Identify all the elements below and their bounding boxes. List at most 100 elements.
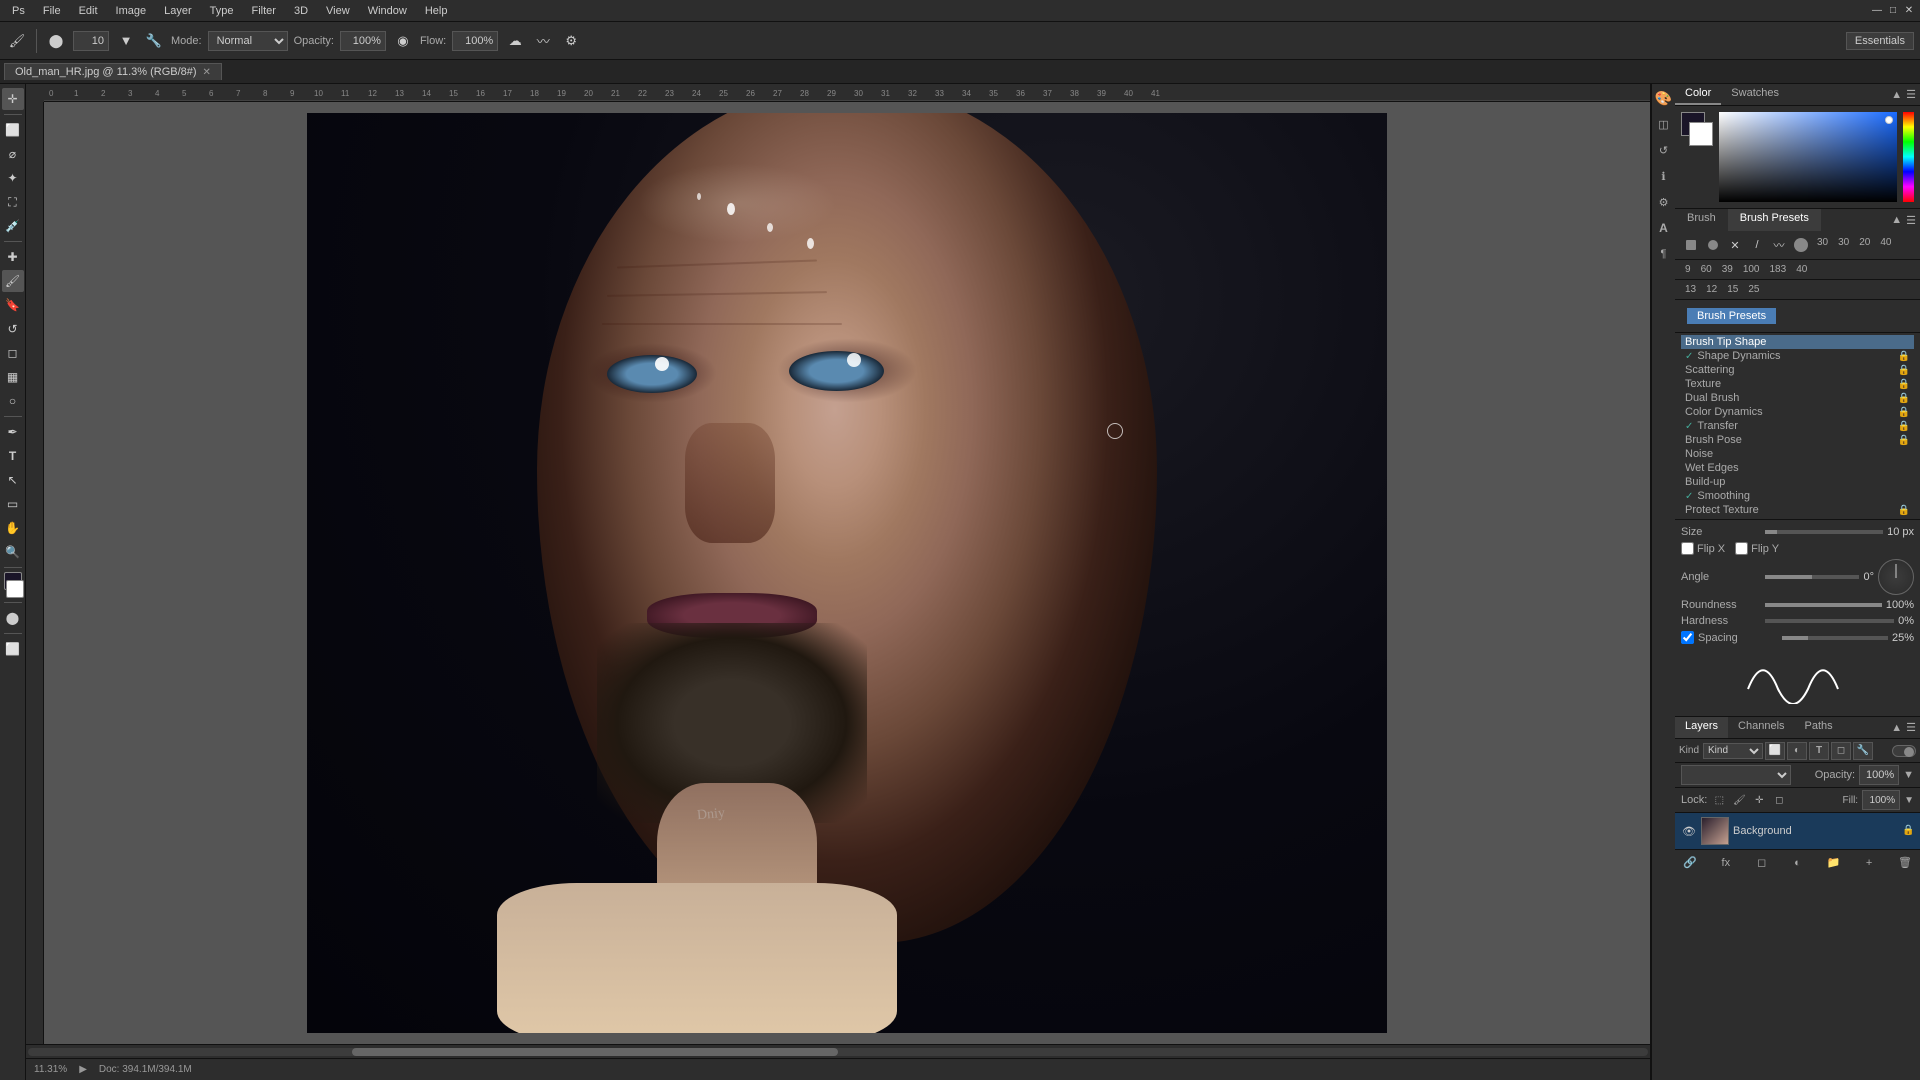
noise-option[interactable]: Noise <box>1681 447 1914 461</box>
color-icon[interactable]: 🎨 <box>1654 88 1674 108</box>
brush-picker-icon[interactable]: ▼ <box>115 30 137 52</box>
properties-icon[interactable]: ⚙ <box>1654 192 1674 212</box>
menu-window[interactable]: Window <box>360 3 415 19</box>
dodge-tool[interactable]: ○ <box>2 390 24 412</box>
link-layers-btn[interactable]: 🔗 <box>1681 854 1699 872</box>
size-slider[interactable] <box>1765 530 1883 534</box>
angle-slider[interactable] <box>1765 575 1859 579</box>
quick-mask-tool[interactable]: ⬤ <box>2 607 24 629</box>
adjustment-icon[interactable]: ◫ <box>1654 114 1674 134</box>
texture-option[interactable]: Texture 🔒 <box>1681 377 1914 391</box>
gradient-tool[interactable]: ▦ <box>2 366 24 388</box>
crop-tool[interactable]: ⛶ <box>2 191 24 213</box>
new-layer-btn[interactable]: + <box>1860 854 1878 872</box>
scroll-thumb[interactable] <box>352 1048 838 1056</box>
flip-y-checkbox[interactable] <box>1735 542 1748 555</box>
info-icon[interactable]: ℹ <box>1654 166 1674 186</box>
filter-shape-btn[interactable]: ◻ <box>1831 742 1851 760</box>
clone-stamp-tool[interactable]: 🔖 <box>2 294 24 316</box>
brush-panel-collapse[interactable]: ▲ <box>1891 214 1902 226</box>
flow-input[interactable] <box>452 31 498 51</box>
color-picker-gradient[interactable] <box>1719 112 1897 202</box>
fill-input[interactable] <box>1862 790 1900 810</box>
filter-toggle[interactable] <box>1892 745 1916 757</box>
brush-circle-swatch[interactable] <box>1703 235 1723 255</box>
close-button[interactable]: ✕ <box>1902 4 1916 18</box>
protect-texture-option[interactable]: Protect Texture 🔒 <box>1681 503 1914 517</box>
marquee-tool[interactable]: ⬜ <box>2 119 24 141</box>
flip-x-checkbox[interactable] <box>1681 542 1694 555</box>
brush-wave-swatch[interactable]: 〰 <box>1769 235 1789 255</box>
scroll-track[interactable] <box>28 1048 1648 1056</box>
brush-cross-swatch[interactable]: ✕ <box>1725 235 1745 255</box>
angle-wheel[interactable] <box>1878 559 1914 595</box>
opacity-pressure-icon[interactable]: ◉ <box>392 30 414 52</box>
opacity-input[interactable] <box>340 31 386 51</box>
filter-switch[interactable] <box>1892 745 1916 757</box>
smoothing-option[interactable]: ✓ Smoothing <box>1681 489 1914 503</box>
color-tab[interactable]: Color <box>1675 84 1721 105</box>
brush-options-icon[interactable]: 🔧 <box>143 30 165 52</box>
menu-ps[interactable]: Ps <box>4 3 33 19</box>
lock-position-btn[interactable]: ✛ <box>1751 792 1767 808</box>
move-tool[interactable]: ✛ <box>2 88 24 110</box>
color-dynamics-option[interactable]: Color Dynamics 🔒 <box>1681 405 1914 419</box>
minimize-button[interactable]: — <box>1870 4 1884 18</box>
background-layer-row[interactable]: 👁 Background 🔒 <box>1675 813 1920 849</box>
menu-filter[interactable]: Filter <box>244 3 284 19</box>
lock-transparent-btn[interactable]: ⬚ <box>1711 792 1727 808</box>
delete-layer-btn[interactable]: 🗑 <box>1896 854 1914 872</box>
new-group-btn[interactable]: 📁 <box>1824 854 1842 872</box>
quick-select-tool[interactable]: ✦ <box>2 167 24 189</box>
add-mask-btn[interactable]: ◻ <box>1753 854 1771 872</box>
eraser-tool[interactable]: ◻ <box>2 342 24 364</box>
character-icon[interactable]: A <box>1654 218 1674 238</box>
scattering-option[interactable]: Scattering 🔒 <box>1681 363 1914 377</box>
menu-help[interactable]: Help <box>417 3 456 19</box>
new-adjustment-btn[interactable]: ◐ <box>1788 854 1806 872</box>
path-select-tool[interactable]: ↖ <box>2 469 24 491</box>
color-spectrum-slider[interactable] <box>1903 112 1914 202</box>
airbrush-icon[interactable]: ☁ <box>504 30 526 52</box>
brush-angle-swatch[interactable]: / <box>1747 235 1767 255</box>
brush-tool[interactable]: 🖌 <box>2 270 24 292</box>
brush-d40-swatch[interactable] <box>1791 235 1811 255</box>
smoothing-icon[interactable]: 〰 <box>532 30 554 52</box>
filter-type-btn[interactable]: T <box>1809 742 1829 760</box>
brush-size-input[interactable] <box>73 31 109 51</box>
layers-tab[interactable]: Layers <box>1675 717 1728 738</box>
menu-view[interactable]: View <box>318 3 358 19</box>
brush-tool-icon[interactable]: 🖌 <box>6 30 28 52</box>
text-tool[interactable]: T <box>2 445 24 467</box>
maximize-button[interactable]: □ <box>1886 4 1900 18</box>
canvas-area[interactable]: Dniy <box>44 102 1650 1044</box>
menu-layer[interactable]: Layer <box>156 3 200 19</box>
wet-edges-option[interactable]: Wet Edges <box>1681 461 1914 475</box>
shape-tool[interactable]: ▭ <box>2 493 24 515</box>
paths-tab[interactable]: Paths <box>1795 717 1843 738</box>
layers-opacity-arrow[interactable]: ▼ <box>1903 769 1914 781</box>
essentials-button[interactable]: Essentials <box>1846 32 1914 50</box>
layers-menu-icon[interactable]: ☰ <box>1906 721 1916 734</box>
history-brush-tool[interactable]: ↺ <box>2 318 24 340</box>
filter-adj-btn[interactable]: ◐ <box>1787 742 1807 760</box>
brush-presets-button[interactable]: Brush Presets <box>1687 308 1776 324</box>
history-icon[interactable]: ↺ <box>1654 140 1674 160</box>
brush-square-swatch[interactable] <box>1681 235 1701 255</box>
menu-file[interactable]: File <box>35 3 69 19</box>
brush-tip-shape-option[interactable]: Brush Tip Shape <box>1681 335 1914 349</box>
brush-presets-tab[interactable]: Brush Presets <box>1728 209 1821 231</box>
roundness-slider[interactable] <box>1765 603 1882 607</box>
healing-brush-tool[interactable]: ✚ <box>2 246 24 268</box>
spacing-checkbox[interactable] <box>1681 631 1694 644</box>
extra-icon[interactable]: ⚙ <box>560 30 582 52</box>
layers-collapse-icon[interactable]: ▲ <box>1891 722 1902 734</box>
menu-edit[interactable]: Edit <box>71 3 106 19</box>
filter-smart-btn[interactable]: 🔧 <box>1853 742 1873 760</box>
pen-tool[interactable]: ✒ <box>2 421 24 443</box>
spacing-checkbox-label[interactable] <box>1681 631 1694 644</box>
menu-image[interactable]: Image <box>108 3 155 19</box>
document-tab[interactable]: Old_man_HR.jpg @ 11.3% (RGB/8#) ✕ <box>4 63 222 80</box>
background-color-swatch[interactable] <box>6 580 24 598</box>
layer-visibility-toggle[interactable]: 👁 <box>1681 823 1697 839</box>
